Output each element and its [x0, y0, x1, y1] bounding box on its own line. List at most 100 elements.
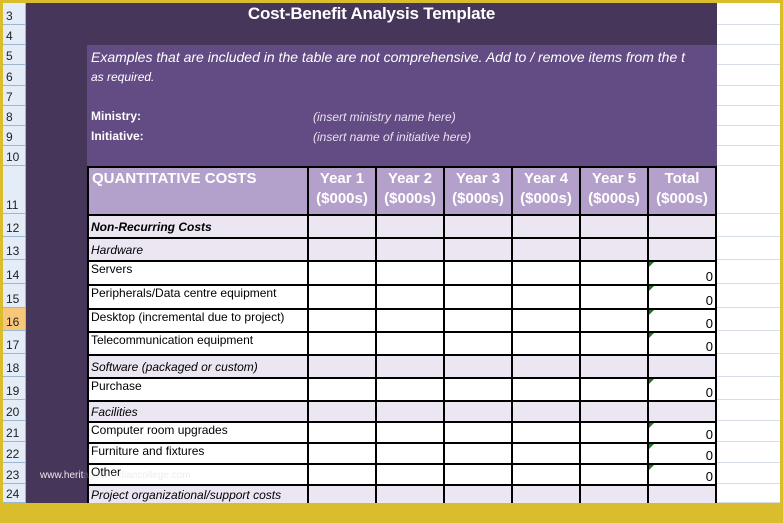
row-header-17[interactable]: 17: [3, 331, 25, 354]
row-header-18[interactable]: 18: [3, 354, 25, 377]
total-cell[interactable]: 0: [647, 260, 717, 286]
row-header-23[interactable]: 23: [3, 463, 25, 484]
year-5-cell[interactable]: [579, 260, 649, 286]
row-header-4[interactable]: 4: [3, 25, 25, 45]
year-1-cell[interactable]: [307, 237, 377, 262]
row-header-5[interactable]: 5: [3, 45, 25, 65]
year-5-cell[interactable]: [579, 484, 649, 503]
row-header-21[interactable]: 21: [3, 421, 25, 442]
year-1-cell[interactable]: [307, 308, 377, 333]
row-label-cell[interactable]: Servers: [87, 260, 309, 286]
year-3-cell[interactable]: [443, 421, 513, 444]
year-3-cell[interactable]: [443, 442, 513, 465]
year-2-cell[interactable]: [375, 463, 445, 486]
total-cell[interactable]: [647, 237, 717, 262]
row-header-11[interactable]: 11: [3, 166, 25, 214]
year-1-cell[interactable]: [307, 377, 377, 402]
row-header-24[interactable]: 24: [3, 484, 25, 503]
year-5-cell[interactable]: [579, 214, 649, 239]
year-5-cell[interactable]: [579, 237, 649, 262]
year-3-cell[interactable]: [443, 260, 513, 286]
row-header-19[interactable]: 19: [3, 377, 25, 400]
total-cell[interactable]: 0: [647, 331, 717, 356]
year-4-cell[interactable]: [511, 421, 581, 444]
year-2-cell[interactable]: [375, 284, 445, 310]
initiative-name-cell[interactable]: (insert name of initiative here): [313, 130, 471, 144]
year-3-cell[interactable]: [443, 331, 513, 356]
header-year-4[interactable]: Year 4 ($000s): [511, 166, 581, 216]
year-2-cell[interactable]: [375, 260, 445, 286]
year-3-cell[interactable]: [443, 284, 513, 310]
year-2-cell[interactable]: [375, 237, 445, 262]
year-1-cell[interactable]: [307, 463, 377, 486]
total-cell[interactable]: [647, 214, 717, 239]
row-label-cell[interactable]: Desktop (incremental due to project): [87, 308, 309, 333]
year-2-cell[interactable]: [375, 484, 445, 503]
year-2-cell[interactable]: [375, 308, 445, 333]
year-2-cell[interactable]: [375, 354, 445, 379]
year-1-cell[interactable]: [307, 331, 377, 356]
year-1-cell[interactable]: [307, 421, 377, 444]
year-5-cell[interactable]: [579, 308, 649, 333]
row-header-10[interactable]: 10: [3, 146, 25, 166]
year-1-cell[interactable]: [307, 354, 377, 379]
year-4-cell[interactable]: [511, 463, 581, 486]
year-4-cell[interactable]: [511, 331, 581, 356]
year-4-cell[interactable]: [511, 377, 581, 402]
year-5-cell[interactable]: [579, 442, 649, 465]
total-cell[interactable]: [647, 484, 717, 503]
total-cell[interactable]: 0: [647, 442, 717, 465]
row-header-22[interactable]: 22: [3, 442, 25, 463]
year-1-cell[interactable]: [307, 284, 377, 310]
row-header-8[interactable]: 8: [3, 106, 25, 126]
row-label-cell[interactable]: Project organizational/support costs: [87, 484, 309, 503]
row-header-14[interactable]: 14: [3, 260, 25, 284]
year-1-cell[interactable]: [307, 442, 377, 465]
row-header-3[interactable]: 3: [3, 3, 25, 25]
row-label-cell[interactable]: Facilities: [87, 400, 309, 423]
year-4-cell[interactable]: [511, 214, 581, 239]
header-year-3[interactable]: Year 3 ($000s): [443, 166, 513, 216]
year-3-cell[interactable]: [443, 400, 513, 423]
year-4-cell[interactable]: [511, 260, 581, 286]
header-year-1[interactable]: Year 1 ($000s): [307, 166, 377, 216]
total-cell[interactable]: 0: [647, 377, 717, 402]
total-cell[interactable]: 0: [647, 421, 717, 444]
year-1-cell[interactable]: [307, 214, 377, 239]
year-2-cell[interactable]: [375, 421, 445, 444]
year-2-cell[interactable]: [375, 214, 445, 239]
year-2-cell[interactable]: [375, 400, 445, 423]
row-label-cell[interactable]: Furniture and fixtures: [87, 442, 309, 465]
year-5-cell[interactable]: [579, 400, 649, 423]
header-year-2[interactable]: Year 2 ($000s): [375, 166, 445, 216]
row-label-cell[interactable]: Computer room upgrades: [87, 421, 309, 444]
ministry-name-cell[interactable]: (insert ministry name here): [313, 110, 456, 124]
year-4-cell[interactable]: [511, 484, 581, 503]
year-3-cell[interactable]: [443, 237, 513, 262]
header-year-5[interactable]: Year 5 ($000s): [579, 166, 649, 216]
year-1-cell[interactable]: [307, 260, 377, 286]
year-1-cell[interactable]: [307, 484, 377, 503]
row-header-20[interactable]: 20: [3, 400, 25, 421]
row-header-6[interactable]: 6: [3, 65, 25, 86]
year-5-cell[interactable]: [579, 421, 649, 444]
year-3-cell[interactable]: [443, 484, 513, 503]
row-header-15[interactable]: 15: [3, 284, 25, 308]
year-5-cell[interactable]: [579, 377, 649, 402]
total-cell[interactable]: [647, 354, 717, 379]
year-3-cell[interactable]: [443, 354, 513, 379]
year-4-cell[interactable]: [511, 354, 581, 379]
row-label-cell[interactable]: Hardware: [87, 237, 309, 262]
year-3-cell[interactable]: [443, 214, 513, 239]
row-header-13[interactable]: 13: [3, 237, 25, 260]
row-label-cell[interactable]: Peripherals/Data centre equipment: [87, 284, 309, 310]
row-label-cell[interactable]: Non-Recurring Costs: [87, 214, 309, 239]
year-5-cell[interactable]: [579, 331, 649, 356]
year-4-cell[interactable]: [511, 237, 581, 262]
row-header-12[interactable]: 12: [3, 214, 25, 237]
year-3-cell[interactable]: [443, 377, 513, 402]
year-5-cell[interactable]: [579, 284, 649, 310]
year-2-cell[interactable]: [375, 377, 445, 402]
header-total[interactable]: Total ($000s): [647, 166, 717, 216]
year-1-cell[interactable]: [307, 400, 377, 423]
